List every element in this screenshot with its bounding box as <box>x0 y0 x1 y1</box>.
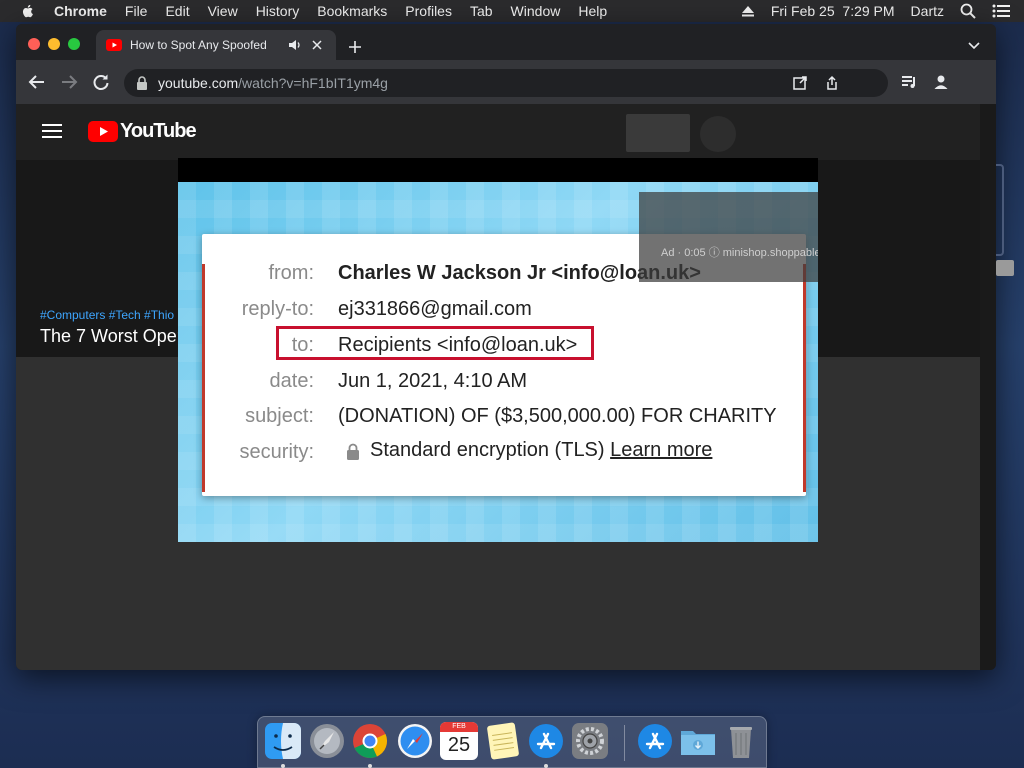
security-text: Standard encryption (TLS) <box>370 439 605 461</box>
address-bar[interactable]: youtube.com/watch?v=hF1bIT1ym4g <box>124 69 888 97</box>
menu-edit[interactable]: Edit <box>165 3 189 19</box>
browser-toolbar: youtube.com/watch?v=hF1bIT1ym4g <box>16 60 996 104</box>
youtube-favicon-icon <box>106 39 122 51</box>
menubar-clock[interactable]: Fri Feb 25 7:29 PM <box>771 3 895 19</box>
url-path: /watch?v=hF1bIT1ym4g <box>238 75 388 91</box>
blurred-avatar <box>700 116 736 152</box>
video-frame-popup: from: Charles W Jackson Jr <info@loan.uk… <box>178 158 818 542</box>
lock-icon[interactable] <box>136 76 148 90</box>
notification-center-icon[interactable] <box>992 4 1010 18</box>
apple-icon[interactable] <box>20 3 36 19</box>
chrome-icon[interactable] <box>351 722 389 760</box>
from-label: from: <box>268 262 314 284</box>
menu-file[interactable]: File <box>125 3 148 19</box>
menu-bar: Chrome File Edit View History Bookmarks … <box>0 0 1024 22</box>
tab-title: How to Spot Any Spoofed <box>130 38 267 52</box>
video-title: The 7 Worst Oper <box>40 326 183 346</box>
encryption-lock-icon <box>347 443 359 460</box>
menu-tab[interactable]: Tab <box>470 3 493 19</box>
app-store-icon[interactable] <box>527 722 565 760</box>
tab-search-chevron-icon[interactable] <box>968 42 980 50</box>
subject-value: (DONATION) OF ($3,500,000.00) FOR CHARIT… <box>338 405 777 427</box>
learn-more-link[interactable]: Learn more <box>610 439 712 461</box>
card-right-edge <box>803 264 806 492</box>
youtube-header: YouTube <box>16 104 980 160</box>
notes-icon[interactable] <box>484 722 522 760</box>
menu-window[interactable]: Window <box>511 3 561 19</box>
security-label: security: <box>239 441 314 463</box>
share-icon[interactable] <box>824 75 840 91</box>
safari-icon[interactable] <box>396 722 434 760</box>
tab-youtube[interactable]: How to Spot Any Spoofed <box>96 30 336 60</box>
menu-profiles[interactable]: Profiles <box>405 3 452 19</box>
finder-icon[interactable] <box>264 722 302 760</box>
tab-close-icon[interactable] <box>312 40 322 50</box>
video-hashtags[interactable]: #Computers #Tech #Thio <box>40 308 174 322</box>
ad-overlay[interactable]: Ad · 0:05 ⓘ minishop.shoppable.com/v4/sn… <box>639 192 818 282</box>
trash-icon[interactable] <box>722 722 760 760</box>
menu-help[interactable]: Help <box>578 3 607 19</box>
tab-strip: How to Spot Any Spoofed <box>16 24 996 60</box>
to-highlight-box <box>276 326 594 360</box>
reload-icon[interactable] <box>92 73 110 91</box>
youtube-logo[interactable]: YouTube <box>88 120 197 143</box>
eject-icon[interactable] <box>741 5 755 17</box>
window-close-button[interactable] <box>28 38 40 50</box>
back-arrow-icon[interactable] <box>28 73 46 91</box>
calendar-day: 25 <box>447 734 471 756</box>
launchpad-icon[interactable] <box>308 722 346 760</box>
url-text[interactable]: youtube.com/watch?v=hF1bIT1ym4g <box>158 75 388 91</box>
finder-running-dot <box>281 764 285 768</box>
forward-arrow-icon[interactable] <box>60 73 78 91</box>
window-minimize-button[interactable] <box>48 38 60 50</box>
window-maximize-button[interactable] <box>68 38 80 50</box>
menu-view[interactable]: View <box>208 3 238 19</box>
app-store-recent-icon[interactable] <box>636 722 674 760</box>
menu-bookmarks[interactable]: Bookmarks <box>317 3 387 19</box>
calendar-month: FEB <box>440 722 478 732</box>
security-value: Standard encryption (TLS) Learn more <box>370 439 712 462</box>
profile-icon[interactable] <box>932 73 950 91</box>
reply-to-value: ej331866@gmail.com <box>338 298 532 320</box>
dock: FEB 25 <box>257 716 767 768</box>
background-window-edge <box>996 160 1024 280</box>
page-scrollbar[interactable] <box>980 104 996 670</box>
open-in-new-icon[interactable] <box>792 75 808 91</box>
audio-playing-icon[interactable] <box>288 38 302 52</box>
hamburger-menu-icon[interactable] <box>42 123 62 139</box>
date-label: date: <box>269 370 314 392</box>
url-host: youtube.com <box>158 75 239 91</box>
media-queue-icon[interactable] <box>900 73 918 91</box>
app-store-running-dot <box>544 764 548 768</box>
date-value: Jun 1, 2021, 4:10 AM <box>338 370 528 392</box>
system-preferences-icon[interactable] <box>571 722 609 760</box>
blurred-search-area <box>626 114 690 152</box>
youtube-play-icon <box>88 121 118 142</box>
chrome-running-dot <box>368 764 372 768</box>
calendar-icon[interactable]: FEB 25 <box>440 722 478 760</box>
reply-to-label: reply-to: <box>241 298 314 320</box>
menubar-user[interactable]: Dartz <box>911 3 944 19</box>
downloads-folder-icon[interactable] <box>679 722 717 760</box>
card-left-edge <box>202 264 205 492</box>
menu-history[interactable]: History <box>256 3 300 19</box>
menu-app-chrome[interactable]: Chrome <box>54 3 107 19</box>
youtube-logo-text: YouTube <box>120 120 197 142</box>
spotlight-search-icon[interactable] <box>960 3 976 19</box>
new-tab-icon[interactable] <box>348 40 362 54</box>
subject-label: subject: <box>245 405 314 427</box>
ad-text[interactable]: Ad · 0:05 ⓘ minishop.shoppable.com/v4/sn… <box>661 244 818 260</box>
dock-separator <box>624 725 625 761</box>
